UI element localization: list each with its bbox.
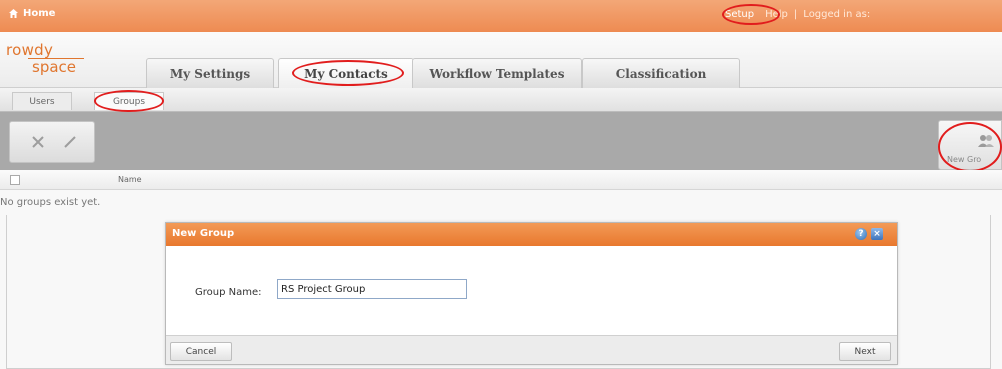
new-group-dialog: New Group ? × Group Name: Cancel Next (165, 222, 898, 365)
setup-link[interactable]: Setup (722, 9, 757, 20)
tab-label: Workflow Templates (429, 66, 565, 81)
new-group-icon (977, 133, 995, 149)
delete-icon[interactable] (28, 132, 48, 152)
tab-label: Classification (615, 66, 707, 81)
cancel-label: Cancel (185, 346, 217, 357)
list-header: Name (0, 170, 1002, 190)
panel-left-edge (6, 215, 7, 369)
top-separator: | (793, 9, 798, 20)
next-label: Next (854, 346, 876, 357)
empty-message: No groups exist yet. (0, 197, 101, 208)
panel-right-edge (990, 215, 991, 369)
new-group-label: New Gro (947, 155, 982, 164)
tab-workflow-templates[interactable]: Workflow Templates (412, 58, 582, 88)
home-label: Home (23, 8, 56, 19)
logo-line-1: rowdy (6, 41, 54, 59)
select-all-checkbox[interactable] (10, 175, 20, 185)
subtab-groups[interactable]: Groups (94, 92, 164, 110)
next-button[interactable]: Next (839, 342, 891, 361)
tab-my-settings[interactable]: My Settings (146, 58, 274, 88)
dialog-title: New Group (172, 228, 235, 239)
subtab-label: Groups (112, 96, 146, 107)
tab-classification[interactable]: Classification (582, 58, 740, 88)
subtab-users[interactable]: Users (12, 92, 72, 110)
subtab-label: Users (29, 96, 55, 107)
logged-in-label: Logged in as: (803, 9, 871, 20)
group-name-label: Group Name: (195, 287, 262, 298)
group-name-input[interactable] (277, 279, 467, 299)
column-header-name[interactable]: Name (118, 175, 142, 184)
tab-my-contacts[interactable]: My Contacts (278, 58, 414, 88)
home-link[interactable]: Home (8, 8, 55, 19)
close-icon[interactable]: × (871, 228, 883, 240)
cancel-button[interactable]: Cancel (170, 342, 232, 361)
tab-label: My Settings (169, 66, 251, 81)
toolbar: New Gro (0, 112, 1002, 172)
edit-button-group (9, 121, 95, 163)
dialog-footer: Cancel Next (166, 335, 897, 364)
top-links: Setup Help | Logged in as: (722, 9, 870, 20)
home-icon (8, 8, 19, 19)
logo-line-2: space (28, 58, 84, 75)
rowdyspace-logo: rowdy space (6, 42, 84, 75)
top-bar: Home Setup Help | Logged in as: (0, 0, 1002, 32)
tab-label: My Contacts (304, 66, 388, 81)
app-window: Home Setup Help | Logged in as: rowdy sp… (0, 0, 1002, 369)
help-icon[interactable]: ? (855, 228, 867, 240)
new-group-button[interactable]: New Gro (938, 120, 1002, 170)
subtab-bar: Users Groups (0, 88, 1002, 112)
edit-icon[interactable] (60, 132, 80, 152)
help-link[interactable]: Help (765, 9, 788, 20)
dialog-title-bar: New Group ? × (166, 223, 897, 246)
